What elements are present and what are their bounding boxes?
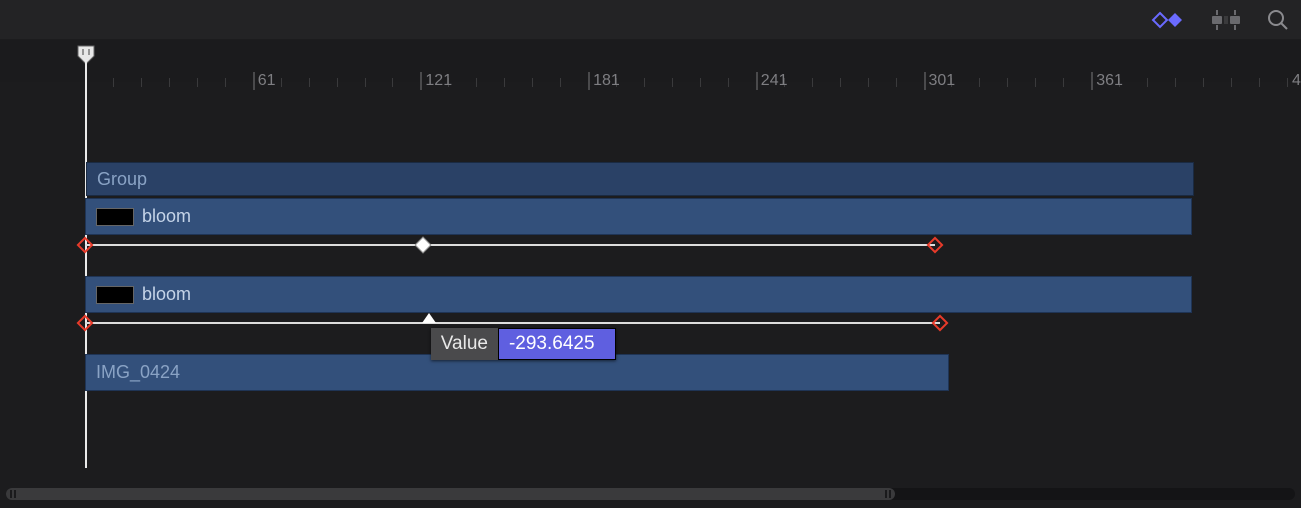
clip-label: bloom (142, 284, 191, 305)
clip-thumbnail (96, 208, 134, 226)
timeline-toolbar (0, 0, 1301, 39)
clip-thumbnail (96, 286, 134, 304)
search-icon[interactable] (1267, 9, 1289, 31)
keyframe-marker[interactable] (77, 315, 94, 332)
timeline-body: Group bloom bloom IMG_0424 Value -293.64… (0, 82, 1301, 464)
scrollbar-thumb[interactable] (6, 488, 895, 500)
keyframe-lane[interactable] (85, 244, 935, 246)
keyframe-nav-icon[interactable] (1151, 11, 1185, 29)
playback-options-icon[interactable] (1211, 10, 1241, 30)
keyframe-marker[interactable] (77, 237, 94, 254)
clip-label: IMG_0424 (96, 362, 180, 383)
track-group-label: Group (97, 169, 147, 190)
value-popup-label: Value (431, 328, 498, 360)
value-input[interactable]: -293.6425 (498, 328, 616, 360)
keyframe-marker[interactable] (415, 237, 432, 254)
keyframe-marker[interactable] (926, 237, 943, 254)
keyframe-lane[interactable] (85, 322, 940, 324)
track-row[interactable]: bloom (85, 276, 1192, 313)
keyframe-marker[interactable] (932, 315, 949, 332)
clip-label: bloom (142, 206, 191, 227)
value-editor: Value -293.6425 (431, 328, 616, 360)
track-group[interactable]: Group (86, 162, 1194, 196)
track-row[interactable]: bloom (85, 198, 1192, 235)
horizontal-scrollbar[interactable] (6, 488, 1295, 500)
time-ruler[interactable]: 611211812413013614 (0, 40, 1301, 82)
keyframe-selected-caret[interactable] (422, 313, 436, 323)
